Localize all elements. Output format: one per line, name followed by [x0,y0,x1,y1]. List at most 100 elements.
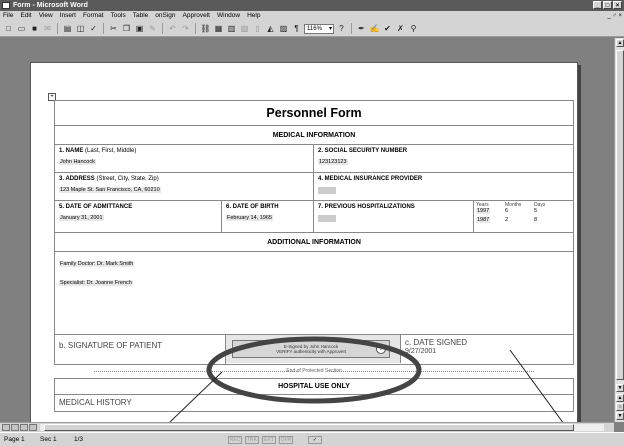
address-label: 3. ADDRESS [59,176,95,182]
signature-icon[interactable]: ✍ [369,23,380,34]
trk-indicator[interactable]: TRK [245,436,259,444]
browse-object-icon[interactable]: ○ [616,403,624,411]
menu-insert[interactable]: Insert [60,11,76,21]
redo-icon[interactable]: ↷ [180,23,191,34]
approve-icon[interactable]: ✔ [382,23,393,34]
insert-excel-icon[interactable]: ▧ [239,23,250,34]
hyperlink-icon[interactable]: ⛓ [200,23,211,34]
verify-icon[interactable]: ✗ [395,23,406,34]
menu-approveit[interactable]: Approvelt [183,11,210,21]
date-signed-cell[interactable]: c. DATE SIGNED 9/27/2001 [401,335,573,364]
prev-page-icon[interactable]: ▲ [616,394,624,402]
menu-table[interactable]: Table [133,11,149,21]
ovr-indicator[interactable]: OVR [279,436,293,444]
insurance-cell[interactable]: 4. MEDICAL INSURANCE PROVIDER [314,173,573,200]
word-app-icon[interactable] [2,2,10,9]
prev-hosp-field[interactable] [318,215,336,222]
name-cell[interactable]: 1. NAME (Last, First, Middle) John Hanco… [55,145,314,172]
print-view-icon[interactable] [20,424,28,431]
signature-stamp-cell[interactable]: E-Signed by John Hancock VERIFY authenti… [226,335,401,363]
hosp-day-2[interactable]: 8 [534,217,537,223]
personnel-form-table: Personnel Form MEDICAL INFORMATION 1. NA… [54,100,574,412]
verify-badge-icon[interactable]: ? [376,344,386,354]
insurance-field[interactable] [318,187,336,194]
birth-value[interactable]: February 14, 1965 [226,215,273,221]
medical-history-row: MEDICAL HISTORY [54,395,574,412]
ext-indicator[interactable]: EXT [262,436,276,444]
prev-hosp-cell[interactable]: 7. PREVIOUS HOSPITALIZATIONS [314,201,474,232]
hosp-year-2[interactable]: 1987 [476,217,491,223]
vertical-scroll-thumb[interactable] [616,50,624,380]
scroll-up-icon[interactable]: ▲ [616,39,624,47]
admittance-cell[interactable]: 5. DATE OF ADMITTANCE January 31, 2001 [55,201,222,232]
address-hint: (Street, City, State, Zip) [96,176,159,182]
vertical-scrollbar[interactable]: ▲ ▼ ▲ ○ ▼ [614,38,624,422]
outline-view-icon[interactable] [29,424,37,431]
spelling-status-icon[interactable]: ✓ [308,436,322,444]
menu-file[interactable]: File [3,11,13,21]
menu-help[interactable]: Help [247,11,260,21]
hosp-month-2[interactable]: 2 [505,217,534,223]
family-doctor-text[interactable]: Family Doctor: Dr. Mark Smith [59,261,135,267]
menu-edit[interactable]: Edit [20,11,31,21]
close-button[interactable]: × [613,1,622,9]
spelling-icon[interactable]: ✓ [88,23,99,34]
help-icon[interactable]: ? [336,23,347,34]
admittance-value[interactable]: January 31, 2001 [59,215,104,221]
menu-window[interactable]: Window [217,11,240,21]
address-value[interactable]: 123 Maple St. San Francisco, CA, 60210 [59,187,161,193]
columns-icon[interactable]: ▯ [252,23,263,34]
print-icon[interactable]: ▤ [62,23,73,34]
hosp-month-1[interactable]: 6 [505,208,534,214]
document-window-controls[interactable]: _ ♂ × [607,11,622,21]
horizontal-scrollbar[interactable] [0,422,614,432]
show-hide-icon[interactable]: ¶ [291,23,302,34]
title-row: Personnel Form [54,100,574,126]
menu-format[interactable]: Format [83,11,104,21]
name-ssn-row: 1. NAME (Last, First, Middle) John Hanco… [54,145,574,173]
tables-borders-icon[interactable]: ▦ [213,23,224,34]
sign-pen-icon[interactable]: ✒ [356,23,367,34]
specialist-text[interactable]: Specialist: Dr. Joanne French [59,280,133,286]
normal-view-icon[interactable] [2,424,10,431]
hosp-day-1[interactable]: 5 [534,208,537,214]
window-title: Form - Microsoft Word [13,2,88,9]
birth-cell[interactable]: 6. DATE OF BIRTH February 14, 1965 [222,201,314,232]
address-cell[interactable]: 3. ADDRESS (Street, City, State, Zip) 12… [55,173,314,200]
ssn-value[interactable]: 123123123 [318,159,348,165]
restore-button[interactable]: □ [603,1,612,9]
standard-toolbar: □ ▭ ■ ✉ ▤ ◫ ✓ ✂ ❐ ▣ ✎ ↶ ↷ ⛓ ▦ ▥ ▧ ▯ ◭ ▨ … [0,21,624,37]
undo-icon[interactable]: ↶ [167,23,178,34]
menu-tools[interactable]: Tools [111,11,126,21]
copy-icon[interactable]: ❐ [121,23,132,34]
new-document-icon[interactable]: □ [3,23,14,34]
print-preview-icon[interactable]: ◫ [75,23,86,34]
save-icon[interactable]: ■ [29,23,40,34]
drawing-icon[interactable]: ◭ [265,23,276,34]
document-map-icon[interactable]: ▨ [278,23,289,34]
scroll-down-icon[interactable]: ▼ [616,384,624,392]
rec-indicator[interactable]: REC [228,436,242,444]
menu-onsign[interactable]: onSign [155,11,175,21]
minimize-button[interactable]: _ [593,1,602,9]
ssn-cell[interactable]: 2. SOCIAL SECURITY NUMBER 123123123 [314,145,573,172]
next-page-icon[interactable]: ▼ [616,412,624,420]
hosp-year-1[interactable]: 1997 [476,208,491,214]
name-value[interactable]: John Hancock [59,159,96,165]
status-section: Sec 1 [40,436,57,443]
email-icon[interactable]: ✉ [42,23,53,34]
additional-info-area[interactable]: Family Doctor: Dr. Mark Smith Specialist… [55,252,573,334]
menu-view[interactable]: View [39,11,53,21]
pin-icon[interactable]: ⚲ [408,23,419,34]
paste-icon[interactable]: ▣ [134,23,145,34]
cut-icon[interactable]: ✂ [108,23,119,34]
e-signature-stamp[interactable]: E-Signed by John Hancock VERIFY authenti… [232,340,390,358]
open-folder-icon[interactable]: ▭ [16,23,27,34]
prev-hosp-label: 7. PREVIOUS HOSPITALIZATIONS [318,204,415,210]
menu-bar: File Edit View Insert Format Tools Table… [0,11,624,21]
insert-table-icon[interactable]: ▥ [226,23,237,34]
format-painter-icon[interactable]: ✎ [147,23,158,34]
horizontal-scroll-thumb[interactable] [44,424,574,431]
web-view-icon[interactable] [11,424,19,431]
zoom-select[interactable]: 116% [304,23,334,34]
